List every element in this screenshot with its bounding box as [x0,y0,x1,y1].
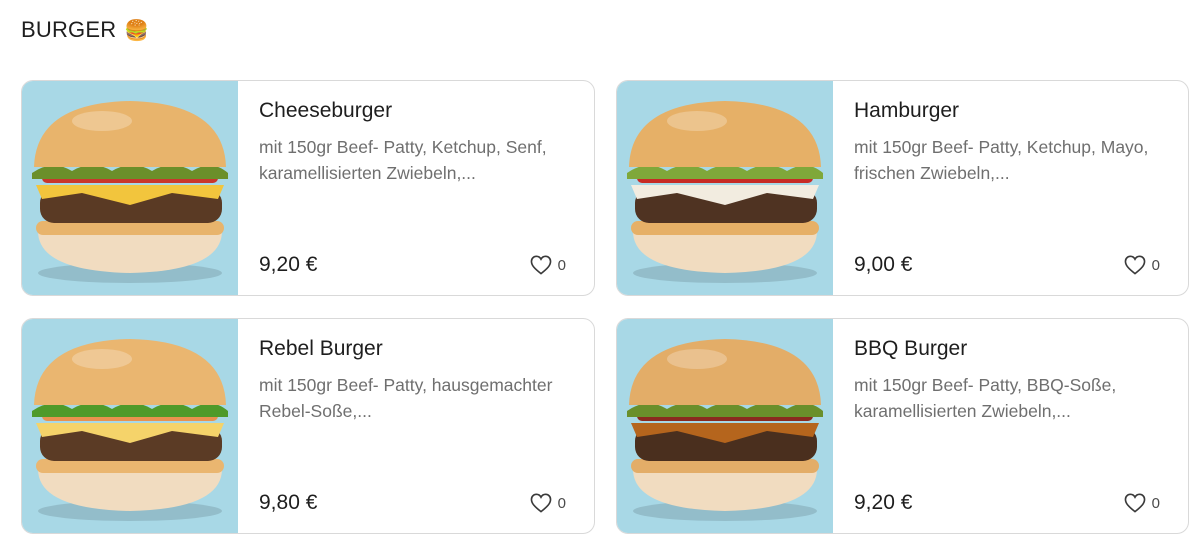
product-grid: Cheeseburger mit 150gr Beef- Patty, Ketc… [21,80,1189,534]
heart-icon [1124,493,1146,513]
like-count: 0 [557,494,566,512]
product-description: mit 150gr Beef- Patty, Ketchup, Senf, ka… [259,137,547,183]
product-info: BBQ Burger mit 150gr Beef- Patty, BBQ-So… [833,319,1188,533]
product-card[interactable]: Cheeseburger mit 150gr Beef- Patty, Ketc… [21,80,595,296]
like-button[interactable]: 0 [1124,493,1160,513]
product-price: 9,20 € [854,491,913,514]
hamburger-photo [627,101,823,283]
product-image [617,81,833,295]
section-title: BURGER 🍔 [21,17,149,43]
like-button[interactable]: 0 [1124,255,1160,275]
like-count: 0 [557,256,566,274]
product-name: Hamburger [854,99,960,122]
product-info: Cheeseburger mit 150gr Beef- Patty, Ketc… [238,81,594,295]
heart-icon [530,255,552,275]
product-image [22,319,238,533]
product-info: Hamburger mit 150gr Beef- Patty, Ketchup… [833,81,1188,295]
rebel-burger-photo [32,339,228,521]
like-count: 0 [1151,256,1160,274]
product-card[interactable]: Rebel Burger mit 150gr Beef- Patty, haus… [21,318,595,534]
cheeseburger-photo [32,101,228,283]
heart-icon [530,493,552,513]
burger-emoji-icon: 🍔 [124,19,150,42]
product-name: BBQ Burger [854,337,968,360]
product-image [22,81,238,295]
product-price: 9,00 € [854,253,913,276]
like-button[interactable]: 0 [530,493,566,513]
product-name: Rebel Burger [259,337,383,360]
product-name: Cheeseburger [259,99,393,122]
product-card[interactable]: BBQ Burger mit 150gr Beef- Patty, BBQ-So… [616,318,1189,534]
heart-icon [1124,255,1146,275]
product-info: Rebel Burger mit 150gr Beef- Patty, haus… [238,319,594,533]
like-button[interactable]: 0 [530,255,566,275]
product-price: 9,20 € [259,253,318,276]
like-count: 0 [1151,494,1160,512]
product-image [617,319,833,533]
section-title-text: BURGER [21,17,117,42]
product-description: mit 150gr Beef- Patty, Ketchup, Mayo, fr… [854,137,1149,183]
product-card[interactable]: Hamburger mit 150gr Beef- Patty, Ketchup… [616,80,1189,296]
bbq-burger-photo [627,339,823,521]
product-description: mit 150gr Beef- Patty, hausgemachter Reb… [259,375,553,421]
product-price: 9,80 € [259,491,318,514]
product-description: mit 150gr Beef- Patty, BBQ-Soße, karamel… [854,375,1117,421]
